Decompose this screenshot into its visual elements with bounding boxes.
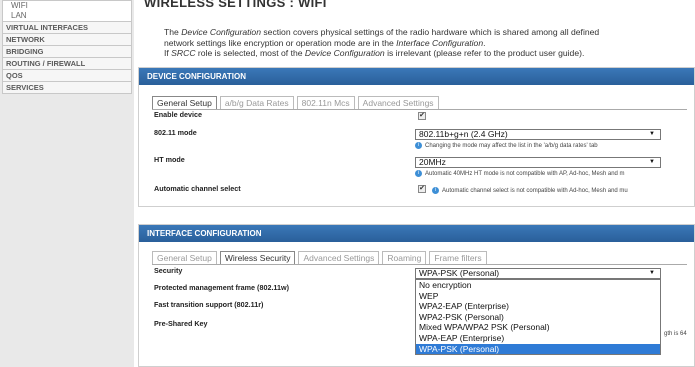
info-icon: i [415, 142, 422, 149]
sidebar-item-qos[interactable]: QOS [2, 70, 132, 82]
ht-mode-hint: i Automatic 40MHz HT mode is not compatib… [415, 170, 625, 177]
sidebar-item-routing-firewall[interactable]: ROUTING / FIREWALL [2, 58, 132, 70]
pmf-label: Protected management frame (802.11w) [154, 283, 290, 292]
security-dropdown-list: No encryption WEP WPA2-EAP (Enterprise) … [415, 279, 661, 356]
chevron-down-icon: ▼ [649, 270, 655, 276]
mode-select-value: 802.11b+g+n (2.4 GHz) [419, 129, 508, 139]
info-icon: i [415, 170, 422, 177]
psk-hint: gth is 64 [664, 331, 687, 337]
intro-text-part: is irrelevant (please refer to the produ… [384, 48, 585, 58]
tab-advanced-settings[interactable]: Advanced Settings [357, 96, 439, 109]
auto-channel-label: Automatic channel select [154, 184, 241, 193]
tab-divider [152, 264, 687, 265]
security-option-wep[interactable]: WEP [416, 291, 660, 302]
intro-text-part: The [164, 27, 182, 37]
mode-select[interactable]: 802.11b+g+n (2.4 GHz) ▼ [415, 129, 661, 140]
tab-general-setup[interactable]: General Setup [152, 96, 217, 109]
sidebar-sub-item-wifi[interactable]: WIFI [3, 1, 131, 11]
sidebar-item-virtual-interfaces[interactable]: VIRTUAL INTERFACES [2, 22, 132, 34]
auto-channel-checkbox[interactable]: ✔ [418, 185, 426, 193]
auto-channel-hint: i Automatic channel select is not compati… [432, 187, 628, 194]
page-title: WIRELESS SETTINGS : WIFI [144, 0, 327, 10]
security-option-mixed-psk[interactable]: Mixed WPA/WPA2 PSK (Personal) [416, 322, 660, 333]
device-configuration-header: DEVICE CONFIGURATION [139, 68, 694, 85]
tab-frame-filters[interactable]: Frame filters [429, 251, 487, 264]
pre-shared-key-label: Pre-Shared Key [154, 319, 208, 328]
tab-80211n-mcs[interactable]: 802.11n Mcs [296, 96, 355, 109]
main-content: WIRELESS SETTINGS : WIFI The Device Conf… [134, 0, 695, 367]
enable-device-label: Enable device [154, 110, 202, 119]
sidebar: WIFI LAN VIRTUAL INTERFACES NETWORK BRID… [0, 0, 134, 367]
sidebar-sub-item-lan[interactable]: LAN [3, 11, 131, 21]
mode-hint: i Changing the mode may affect the list i… [415, 142, 598, 149]
tab-general-setup[interactable]: General Setup [152, 251, 217, 264]
mode-label: 802.11 mode [154, 128, 197, 137]
intro-text: The Device Configuration section covers … [164, 27, 694, 59]
ht-mode-label: HT mode [154, 155, 185, 164]
intro-text-part: network settings like encryption or oper… [164, 37, 397, 48]
sidebar-item-bridging[interactable]: BRIDGING [2, 46, 132, 58]
tab-divider [152, 109, 687, 110]
info-icon: i [432, 187, 439, 194]
intro-text-part: Device Configuration [304, 48, 385, 58]
chevron-down-icon: ▼ [649, 131, 655, 137]
intro-text-part: section covers physical settings of the … [260, 27, 600, 37]
mode-hint-text: Changing the mode may affect the list in… [425, 143, 598, 150]
ht-mode-select[interactable]: 20MHz ▼ [415, 157, 661, 168]
intro-text-part: Interface Configuration [396, 37, 484, 48]
intro-text-part: . [483, 37, 486, 48]
enable-device-checkbox[interactable]: ✔ [418, 112, 426, 120]
interface-configuration-header: INTERFACE CONFIGURATION [139, 225, 694, 242]
sidebar-item-services[interactable]: SERVICES [2, 82, 132, 94]
security-option-wpa2-psk[interactable]: WPA2-PSK (Personal) [416, 312, 660, 323]
security-option-wpa2-eap[interactable]: WPA2-EAP (Enterprise) [416, 301, 660, 312]
device-tabs: General Setup a/b/g Data Rates 802.11n M… [152, 96, 442, 109]
intro-text-part: SRCC [171, 48, 196, 58]
tab-roaming[interactable]: Roaming [382, 251, 427, 264]
security-select[interactable]: WPA-PSK (Personal) ▼ [415, 268, 661, 279]
tab-wireless-security[interactable]: Wireless Security [219, 251, 296, 264]
security-option-no-encryption[interactable]: No encryption [416, 280, 660, 291]
interface-tabs: General Setup Wireless Security Advanced… [152, 251, 490, 264]
tab-abg-data-rates[interactable]: a/b/g Data Rates [219, 96, 294, 109]
ht-mode-hint-text: Automatic 40MHz HT mode is not compatibl… [425, 171, 625, 178]
intro-text-part: role is selected, most of the [195, 48, 305, 58]
ht-mode-select-value: 20MHz [419, 157, 446, 167]
sidebar-item-network[interactable]: NETWORK [2, 34, 132, 46]
security-option-wpa-psk[interactable]: WPA-PSK (Personal) [416, 343, 660, 355]
auto-channel-hint-text: Automatic channel select is not compatib… [442, 188, 628, 195]
intro-text-part: Device Configuration [181, 27, 261, 37]
fast-transition-label: Fast transition support (802.11r) [154, 300, 264, 309]
chevron-down-icon: ▼ [649, 159, 655, 165]
sidebar-submenu: WIFI LAN [2, 0, 132, 22]
security-label: Security [154, 266, 183, 275]
tab-advanced-settings[interactable]: Advanced Settings [298, 251, 380, 264]
security-option-wpa-eap[interactable]: WPA-EAP (Enterprise) [416, 333, 660, 344]
security-select-value: WPA-PSK (Personal) [419, 268, 500, 278]
